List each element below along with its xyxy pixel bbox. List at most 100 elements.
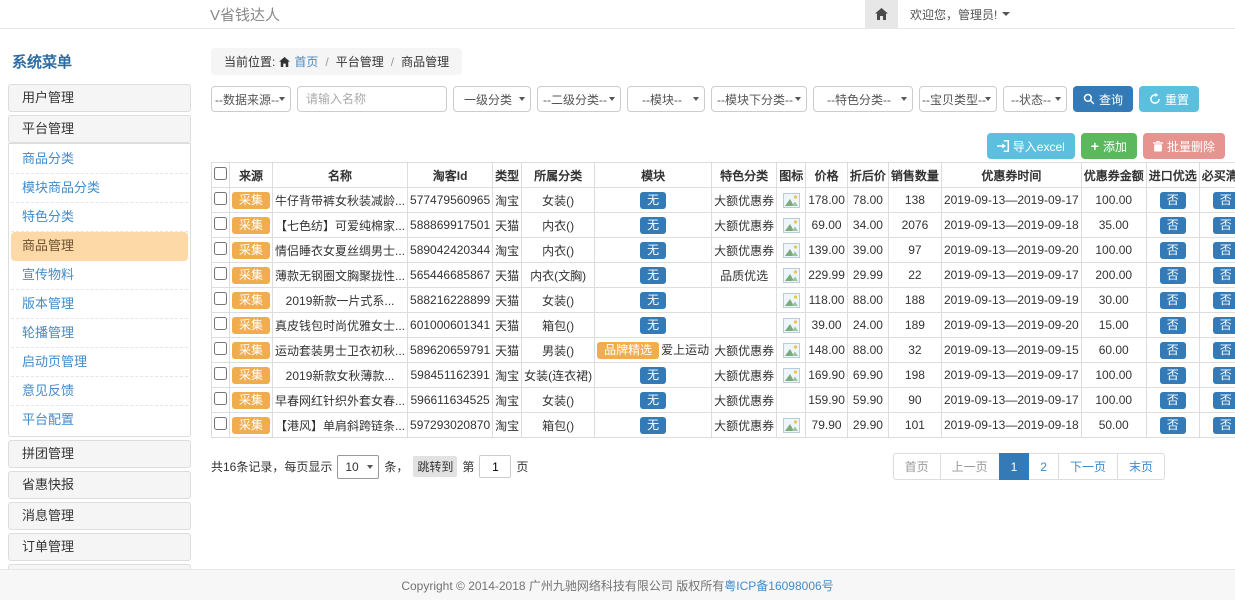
sidebar-section[interactable]: 订单管理 (8, 533, 191, 561)
filter-select[interactable]: --状态-- (1003, 86, 1067, 112)
sidebar-item[interactable]: 宣传物料 (11, 261, 188, 290)
user-menu[interactable]: 欢迎您，管理员! (910, 6, 1010, 23)
icp-link[interactable]: 粤ICP备16098006号 (724, 577, 833, 594)
add-button[interactable]: + 添加 (1081, 133, 1137, 159)
filter-select[interactable]: 一级分类 (453, 86, 531, 112)
module-badge[interactable]: 无 (640, 192, 666, 209)
source-badge: 采集 (232, 267, 270, 284)
caret-down-icon (609, 97, 615, 101)
must-buy-badge[interactable]: 否 (1213, 367, 1235, 384)
page-button[interactable]: 1 (999, 453, 1030, 480)
module-badge[interactable]: 无 (640, 417, 666, 434)
row-checkbox[interactable] (214, 292, 227, 305)
module-badge[interactable]: 无 (640, 392, 666, 409)
import-select-badge[interactable]: 否 (1160, 292, 1186, 309)
sidebar-item[interactable]: 商品分类 (11, 145, 188, 174)
must-buy-badge[interactable]: 否 (1213, 192, 1235, 209)
reset-button[interactable]: 重置 (1139, 86, 1199, 112)
must-buy-badge[interactable]: 否 (1213, 342, 1235, 359)
sidebar-item[interactable]: 版本管理 (11, 290, 188, 319)
app-title[interactable]: V省钱达人 (210, 4, 280, 25)
import-select-badge[interactable]: 否 (1160, 217, 1186, 234)
sidebar-section[interactable]: 用户管理 (8, 84, 191, 112)
product-image (783, 218, 800, 233)
filter-select[interactable]: --数据来源-- (211, 86, 291, 112)
module-badge[interactable]: 品牌精选 (597, 342, 659, 359)
module-badge[interactable]: 无 (640, 317, 666, 334)
breadcrumb-home-link[interactable]: 首页 (294, 53, 318, 70)
home-nav-button[interactable] (865, 0, 898, 28)
row-checkbox[interactable] (214, 367, 227, 380)
must-buy-badge[interactable]: 否 (1213, 317, 1235, 334)
sidebar-item[interactable]: 商品管理 (11, 232, 188, 261)
import-icon (997, 140, 1009, 152)
module-badge[interactable]: 无 (640, 292, 666, 309)
row-checkbox[interactable] (214, 317, 227, 330)
per-page-select[interactable]: 10 (337, 455, 379, 479)
row-checkbox[interactable] (214, 267, 227, 280)
import-select-badge[interactable]: 否 (1160, 192, 1186, 209)
jump-button[interactable]: 跳转到 (413, 456, 457, 477)
search-button[interactable]: 查询 (1073, 86, 1133, 112)
import-select-badge[interactable]: 否 (1160, 267, 1186, 284)
filter-select[interactable]: --特色分类-- (813, 86, 913, 112)
import-select-badge[interactable]: 否 (1160, 392, 1186, 409)
table-row: 采集 早春网红针织外套女春... 596611634525 淘宝 女装() 无 … (212, 388, 1235, 413)
select-all-checkbox[interactable] (214, 167, 227, 180)
filter-select[interactable]: --模块-- (627, 86, 705, 112)
must-buy-badge[interactable]: 否 (1213, 267, 1235, 284)
row-checkbox[interactable] (214, 217, 227, 230)
page-button[interactable]: 下一页 (1058, 453, 1118, 480)
sidebar-section[interactable]: 拼团管理 (8, 440, 191, 468)
page-number-input[interactable] (479, 455, 511, 478)
row-checkbox[interactable] (214, 192, 227, 205)
page-button[interactable]: 上一页 (940, 453, 1000, 480)
sidebar-item[interactable]: 轮播管理 (11, 319, 188, 348)
product-name: 薄款无钢圈文胸聚拢性... (275, 269, 405, 283)
row-checkbox[interactable] (214, 342, 227, 355)
filter-controls: --数据来源-- 一级分类--二级分类----模块----模块下分类----特色分… (211, 86, 1067, 112)
page-button[interactable]: 首页 (893, 453, 941, 480)
import-select-badge[interactable]: 否 (1160, 317, 1186, 334)
module-badge[interactable]: 无 (640, 267, 666, 284)
must-buy-badge[interactable]: 否 (1213, 292, 1235, 309)
import-select-badge[interactable]: 否 (1160, 367, 1186, 384)
taoke-id: 588216228899 (408, 288, 493, 313)
must-buy-badge[interactable]: 否 (1213, 242, 1235, 259)
filter-select-value: --宝贝类型-- (922, 91, 986, 108)
page-button[interactable]: 2 (1028, 453, 1059, 480)
sidebar-item[interactable]: 模块商品分类 (11, 174, 188, 203)
import-excel-button[interactable]: 导入excel (987, 133, 1075, 159)
coupon-time: 2019-09-13—2019-09-18 (941, 413, 1081, 438)
row-checkbox[interactable] (214, 392, 227, 405)
sidebar-item[interactable]: 特色分类 (11, 203, 188, 232)
must-buy-badge[interactable]: 否 (1213, 392, 1235, 409)
row-checkbox[interactable] (214, 242, 227, 255)
sidebar-item[interactable]: 启动页管理 (11, 348, 188, 377)
module-badge[interactable]: 无 (640, 217, 666, 234)
sidebar-section[interactable]: 平台管理 (8, 115, 191, 143)
caret-down-icon (1002, 12, 1010, 16)
module-badge[interactable]: 无 (640, 242, 666, 259)
must-buy-badge[interactable]: 否 (1213, 217, 1235, 234)
sidebar-item[interactable]: 意见反馈 (11, 377, 188, 406)
sidebar-section[interactable]: 消息管理 (8, 502, 191, 530)
must-buy-badge[interactable]: 否 (1213, 417, 1235, 434)
page-button[interactable]: 末页 (1117, 453, 1165, 480)
filter-select[interactable]: --宝贝类型-- (919, 86, 997, 112)
name-search-input[interactable] (297, 86, 447, 112)
row-checkbox[interactable] (214, 417, 227, 430)
filter-select[interactable]: --二级分类-- (537, 86, 621, 112)
import-select-badge[interactable]: 否 (1160, 342, 1186, 359)
sidebar-item[interactable]: 平台配置 (11, 406, 188, 435)
module-badge[interactable]: 无 (640, 367, 666, 384)
price: 139.00 (806, 238, 848, 263)
sidebar-section[interactable]: 省惠快报 (8, 471, 191, 499)
category: 女装() (522, 288, 595, 313)
import-select-badge[interactable]: 否 (1160, 417, 1186, 434)
filter-select[interactable]: --模块下分类-- (711, 86, 807, 112)
product-name: 牛仔背带裤女秋装减龄... (275, 194, 405, 208)
product-name: 【港风】单肩斜跨链条... (275, 419, 405, 433)
import-select-badge[interactable]: 否 (1160, 242, 1186, 259)
bulk-delete-button[interactable]: 批量删除 (1143, 133, 1225, 159)
